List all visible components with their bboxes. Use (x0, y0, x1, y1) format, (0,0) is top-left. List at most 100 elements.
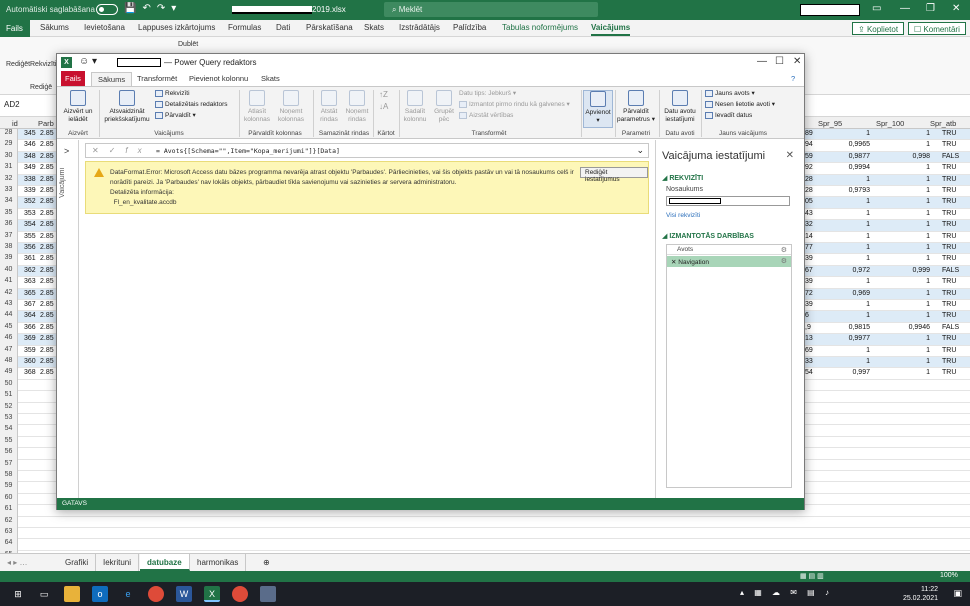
table-cell[interactable]: 2.85 (40, 335, 54, 342)
table-cell[interactable]: 05 (805, 198, 813, 205)
row-number[interactable]: 58 (0, 471, 18, 483)
tray-icons[interactable]: ▴ ▦ ☁ ✉ ▤ ♪ (740, 588, 833, 597)
table-cell[interactable]: 28 (805, 187, 813, 194)
row-number[interactable]: 41 (0, 277, 18, 289)
split-column-button[interactable]: Sadalīt kolonnu (401, 90, 429, 123)
table-cell[interactable]: 1 (926, 244, 930, 251)
table-cell[interactable]: 1 (926, 301, 930, 308)
sort-desc-icon[interactable]: ↓A (379, 103, 388, 111)
remove-rows-button[interactable]: Noņemt rindas (343, 90, 371, 123)
table-cell[interactable]: 368 (24, 369, 36, 376)
table-cell[interactable]: 1 (926, 278, 930, 285)
table-cell[interactable]: 1 (866, 244, 870, 251)
table-cell[interactable]: TRU (942, 210, 956, 217)
table-cell[interactable]: 1 (926, 312, 930, 319)
row-number[interactable]: 49 (0, 368, 18, 380)
table-cell[interactable]: 1 (926, 255, 930, 262)
tab-insert[interactable]: Ievietošana (84, 23, 125, 32)
notifications-icon[interactable]: ▣ (953, 588, 962, 599)
tab-formulas[interactable]: Formulas (228, 23, 261, 32)
table-cell[interactable]: 353 (24, 210, 36, 217)
table-cell[interactable]: TRU (942, 187, 956, 194)
table-cell[interactable]: 2.85 (40, 244, 54, 251)
file-explorer-icon[interactable] (64, 586, 80, 602)
queries-pane-label[interactable]: Vaicājumi (59, 168, 66, 198)
search-box[interactable]: ⌕ Meklēt (384, 2, 598, 17)
table-cell[interactable]: 28 (805, 176, 813, 183)
table-cell[interactable]: 360 (24, 358, 36, 365)
table-cell[interactable]: 2.85 (40, 164, 54, 171)
table-cell[interactable]: 1 (926, 369, 930, 376)
table-cell[interactable]: 0,9815 (849, 324, 870, 331)
app-icon[interactable] (260, 586, 276, 602)
row-number[interactable]: 39 (0, 254, 18, 266)
table-cell[interactable]: 1 (926, 358, 930, 365)
row-number[interactable]: 29 (0, 140, 18, 152)
col-parb[interactable]: Parb (38, 119, 54, 128)
table-cell[interactable]: 39 (805, 278, 813, 285)
table-cell[interactable]: TRU (942, 358, 956, 365)
row-number[interactable]: 34 (0, 197, 18, 209)
row-number[interactable]: 30 (0, 151, 18, 164)
table-cell[interactable]: TRU (942, 176, 956, 183)
table-cell[interactable]: 346 (24, 141, 36, 148)
pq-tab-home[interactable]: Sākums (91, 72, 133, 86)
table-cell[interactable]: TRU (942, 221, 956, 228)
table-cell[interactable]: 1 (926, 221, 930, 228)
step-gear-icon[interactable]: ⚙ (781, 246, 787, 254)
table-cell[interactable]: 59 (805, 153, 813, 160)
enter-data-button[interactable]: Ievadīt datus (705, 112, 752, 120)
table-cell[interactable]: 366 (24, 324, 36, 331)
data-source-settings-button[interactable]: Datu avotu iestatījumi (661, 90, 699, 123)
table-cell[interactable]: 1 (866, 312, 870, 319)
table-cell[interactable]: TRU (942, 233, 956, 240)
table-cell[interactable]: 0,9994 (849, 164, 870, 171)
table-cell[interactable]: 0,999 (912, 267, 930, 274)
table-cell[interactable]: 0,9965 (849, 141, 870, 148)
remove-columns-button[interactable]: Noņemt kolonnas (275, 90, 307, 123)
all-properties-link[interactable]: Visi rekvizīti (666, 212, 700, 219)
col-id[interactable]: id (12, 119, 18, 128)
sort-asc-icon[interactable]: ↑Z (379, 91, 388, 99)
system-clock[interactable]: 11:22 25.02.2021 (903, 585, 938, 603)
tab-query[interactable]: Vaicājums (591, 23, 631, 36)
row-number[interactable]: 43 (0, 300, 18, 312)
row-number[interactable]: 63 (0, 528, 18, 540)
row-number[interactable]: 48 (0, 357, 18, 369)
zoom-level[interactable]: 100% (940, 572, 958, 579)
table-cell[interactable]: TRU (942, 278, 956, 285)
ribbon-edit-label[interactable]: Rediģēt (6, 61, 30, 68)
tab-view[interactable]: Skats (364, 23, 384, 32)
table-cell[interactable]: 1 (926, 335, 930, 342)
row-number[interactable]: 61 (0, 505, 18, 517)
properties-button[interactable]: Rekvizīti (155, 90, 190, 98)
table-row[interactable] (18, 539, 970, 551)
table-cell[interactable]: 2.85 (40, 221, 54, 228)
recent-sources-button[interactable]: Nesen lietotie avoti ▾ (705, 101, 775, 109)
row-number[interactable]: 51 (0, 391, 18, 403)
table-cell[interactable]: 1 (866, 278, 870, 285)
row-number[interactable]: 55 (0, 436, 18, 449)
tab-file[interactable]: Fails (0, 20, 30, 37)
table-cell[interactable]: 2.85 (40, 233, 54, 240)
table-cell[interactable]: 2.85 (40, 176, 54, 183)
table-cell[interactable]: 2.85 (40, 130, 54, 137)
table-cell[interactable]: 1 (926, 130, 930, 137)
table-cell[interactable]: TRU (942, 335, 956, 342)
data-type-dropdown[interactable]: Datu tips: Jebkurš ▾ (459, 90, 516, 98)
table-cell[interactable]: 1 (866, 210, 870, 217)
table-cell[interactable]: TRU (942, 301, 956, 308)
pq-close-icon[interactable]: ✕ (793, 56, 801, 67)
table-cell[interactable]: TRU (942, 255, 956, 262)
table-cell[interactable]: 0,9793 (849, 187, 870, 194)
table-cell[interactable]: 0,9977 (849, 335, 870, 342)
edit-settings-button[interactable]: Rediģēt iestatījumus (580, 167, 648, 183)
pq-minimize-icon[interactable]: — (757, 56, 767, 67)
chrome-icon[interactable] (148, 586, 164, 602)
props-section[interactable]: ◢ REKVIZĪTI (662, 174, 703, 182)
table-cell[interactable]: 39 (805, 255, 813, 262)
sheet-tab-harmonikas[interactable]: harmonikas (190, 554, 247, 571)
table-cell[interactable]: 1 (926, 198, 930, 205)
table-cell[interactable]: 72 (805, 290, 813, 297)
table-cell[interactable]: FALS (942, 267, 959, 274)
